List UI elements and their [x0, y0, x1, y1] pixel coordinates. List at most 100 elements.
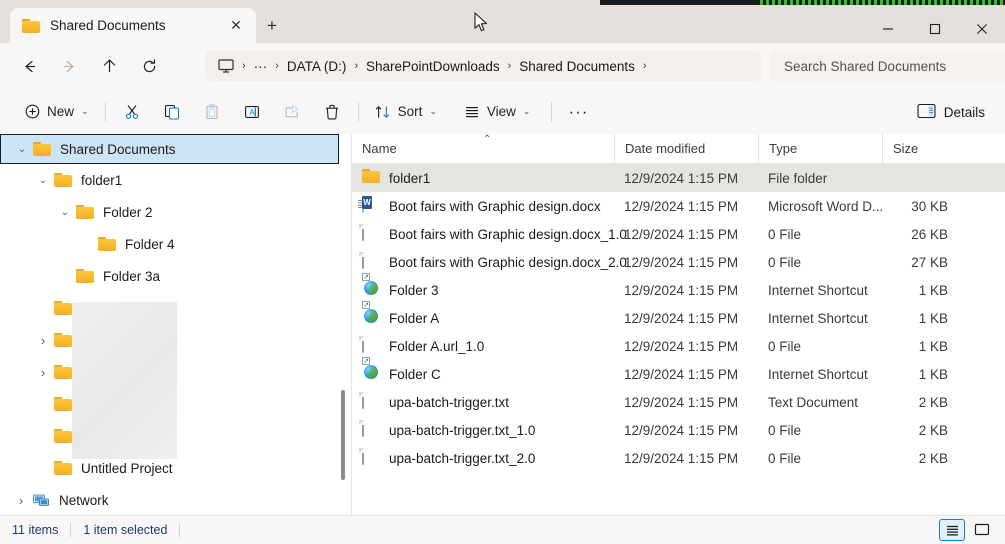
- forward-button[interactable]: [51, 50, 87, 82]
- folder-icon: [33, 142, 51, 156]
- paste-button[interactable]: [192, 96, 232, 128]
- back-button[interactable]: [11, 50, 47, 82]
- copy-button[interactable]: [152, 96, 192, 128]
- file-type-cell: Microsoft Word D...: [768, 198, 884, 214]
- details-pane-button[interactable]: Details: [909, 96, 993, 128]
- tree-item-folder1[interactable]: ⌄ folder1: [0, 164, 352, 196]
- refresh-button[interactable]: [131, 50, 167, 82]
- file-type-cell: 0 File: [768, 254, 802, 270]
- folder-icon: [54, 397, 72, 411]
- chevron-down-icon: ⌄: [429, 106, 437, 116]
- more-options-button[interactable]: ···: [558, 96, 598, 128]
- chevron-right-icon[interactable]: ›: [10, 493, 32, 508]
- table-row[interactable]: upa-batch-trigger.txt_1.0 12/9/2024 1:15 …: [352, 416, 1005, 444]
- breadcrumb-separator: ›: [642, 60, 647, 72]
- delete-button[interactable]: [312, 96, 352, 128]
- file-type-cell: File folder: [768, 170, 828, 186]
- cut-button[interactable]: [112, 96, 152, 128]
- share-button[interactable]: [272, 96, 312, 128]
- details-pane-label: Details: [943, 104, 985, 120]
- chevron-down-icon: ⌄: [81, 106, 89, 116]
- details-view-toggle[interactable]: [939, 519, 965, 541]
- tab-shared-documents[interactable]: Shared Documents ✕: [10, 8, 256, 43]
- chevron-right-icon[interactable]: ›: [32, 333, 54, 348]
- sidebar-scrollbar[interactable]: [339, 134, 347, 515]
- table-row[interactable]: ↗ Folder 3 12/9/2024 1:15 PM Internet Short…: [352, 273, 1005, 304]
- tree-item-label: Shared Documents: [60, 141, 176, 157]
- breadcrumb-separator: ›: [275, 60, 279, 72]
- breadcrumb-item-shared-documents[interactable]: Shared Documents: [514, 57, 640, 76]
- chevron-down-icon[interactable]: ⌄: [54, 207, 76, 218]
- file-type-cell: 0 File: [768, 450, 802, 466]
- navigation-pane: ⌄ Shared Documents ⌄ folder1 ⌄ Folder 2 Folder…: [0, 134, 352, 515]
- address-bar[interactable]: › ··· › DATA (D:) › SharePointDownloads …: [206, 51, 761, 81]
- tree-item-folder-4[interactable]: Folder 4: [0, 228, 352, 260]
- svg-text:A: A: [249, 108, 255, 117]
- tree-item-network[interactable]: › Network: [0, 484, 352, 515]
- sidebar-scrollbar-thumb[interactable]: [341, 390, 345, 480]
- table-row[interactable]: Folder A.url_1.0 12/9/2024 1:15 PM 0 File 1…: [352, 332, 1005, 360]
- up-button[interactable]: [91, 50, 127, 82]
- breadcrumb-overflow[interactable]: ···: [249, 57, 273, 76]
- new-button-label: New: [47, 104, 75, 119]
- search-input[interactable]: Search Shared Documents: [770, 51, 1005, 81]
- tree-item-shared-documents[interactable]: ⌄ Shared Documents: [0, 134, 339, 164]
- page-icon: [362, 224, 380, 243]
- file-size-cell: 1 KB: [918, 310, 948, 326]
- folder-icon: [54, 301, 72, 315]
- table-row[interactable]: W Boot fairs with Graphic design.docx 12/9…: [352, 192, 1005, 220]
- rename-button[interactable]: A: [232, 96, 272, 128]
- file-date-cell: 12/9/2024 1:15 PM: [624, 422, 739, 438]
- column-header-date[interactable]: Date modified: [614, 133, 758, 164]
- breadcrumb-separator: ›: [242, 60, 246, 72]
- new-button[interactable]: New ⌄: [14, 96, 99, 128]
- tree-item-label: Network: [59, 492, 109, 508]
- file-date-cell: 12/9/2024 1:15 PM: [624, 282, 739, 298]
- table-row[interactable]: upa-batch-trigger.txt 12/9/2024 1:15 PM Te…: [352, 388, 1005, 416]
- chevron-right-icon[interactable]: ›: [32, 365, 54, 380]
- page-icon: [362, 420, 380, 439]
- tree-item-label: Folder 4: [125, 236, 175, 252]
- close-tab-icon[interactable]: ✕: [224, 14, 248, 38]
- file-name-label: Folder A: [389, 310, 440, 326]
- tree-item-folder-2[interactable]: ⌄ Folder 2: [0, 196, 352, 228]
- table-row[interactable]: folder1 12/9/2024 1:15 PM File folder: [352, 164, 1005, 192]
- file-name-label: folder1: [389, 170, 431, 186]
- table-row[interactable]: upa-batch-trigger.txt_2.0 12/9/2024 1:15 …: [352, 444, 1005, 472]
- file-size-cell: 1 KB: [918, 366, 948, 382]
- file-explorer-window: Shared Documents ✕ + › ··· › DATA (D:) ›…: [0, 0, 1005, 544]
- toolbar-divider: [551, 101, 553, 122]
- table-row[interactable]: Boot fairs with Graphic design.docx_2.0 1…: [352, 248, 1005, 276]
- folder-icon: [54, 365, 72, 379]
- view-button[interactable]: View ⌄: [454, 96, 540, 128]
- column-header-label: Date modified: [625, 141, 706, 156]
- column-header-size[interactable]: Size: [882, 133, 962, 164]
- word-icon: W: [358, 196, 380, 215]
- mouse-cursor: [474, 12, 490, 39]
- table-row[interactable]: ↗ Folder C 12/9/2024 1:15 PM Internet Short…: [352, 357, 1005, 388]
- tree-item-folder-3a[interactable]: Folder 3a: [0, 260, 352, 292]
- table-row[interactable]: Boot fairs with Graphic design.docx_1.0 1…: [352, 220, 1005, 248]
- tree-item-label: Untitled Project: [81, 460, 173, 476]
- sort-button-label: Sort: [397, 104, 423, 119]
- file-name-label: Boot fairs with Graphic design.docx_1.0: [389, 226, 627, 242]
- monitor-icon[interactable]: [217, 58, 235, 74]
- redacted-region: [72, 302, 177, 459]
- chevron-down-icon[interactable]: ⌄: [32, 175, 54, 186]
- breadcrumb-item-sharepointdownloads[interactable]: SharePointDownloads: [361, 57, 505, 76]
- column-header-type[interactable]: Type: [758, 133, 882, 164]
- navigation-bar: › ··· › DATA (D:) › SharePointDownloads …: [0, 43, 1005, 89]
- sort-button[interactable]: Sort ⌄: [365, 96, 446, 128]
- chevron-down-icon[interactable]: ⌄: [11, 144, 33, 155]
- tree-item-label: folder1: [81, 172, 123, 188]
- table-row[interactable]: ↗ Folder A 12/9/2024 1:15 PM Internet Short…: [352, 301, 1005, 332]
- file-name-label: upa-batch-trigger.txt_2.0: [389, 450, 536, 466]
- breadcrumb-item-drive[interactable]: DATA (D:): [282, 57, 352, 76]
- large-icons-view-toggle[interactable]: [969, 519, 995, 541]
- page-icon: [362, 448, 380, 467]
- folder-icon: [54, 429, 72, 443]
- new-tab-button[interactable]: +: [258, 13, 286, 39]
- column-header-name[interactable]: ⌃ Name: [352, 134, 614, 164]
- tab-label: Shared Documents: [50, 18, 166, 33]
- folder-icon: [362, 169, 380, 187]
